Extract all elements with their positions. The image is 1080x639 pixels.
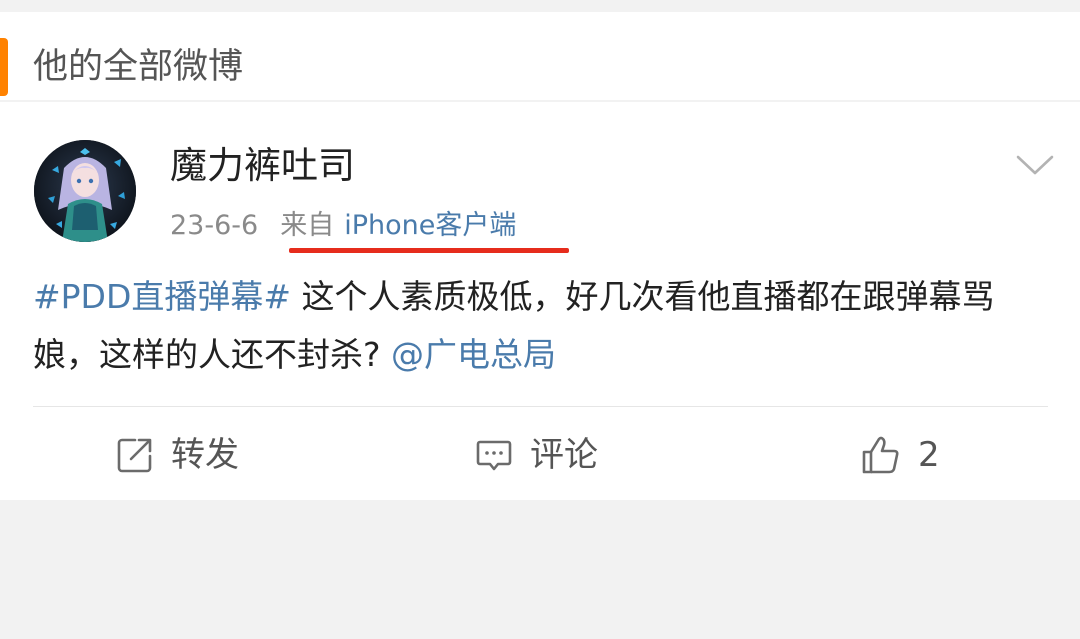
weibo-post-card: 魔力裤吐司 23-6-6 来自 iPhone客户端 #PDD直播弹幕# 这个人素质极… xyxy=(0,102,1080,500)
anime-character-avatar-icon xyxy=(34,140,136,242)
topic-hashtag-link[interactable]: #PDD直播弹幕# xyxy=(33,277,291,316)
action-divider xyxy=(33,406,1048,407)
comment-button[interactable]: 评论 xyxy=(474,424,598,486)
thumbs-up-icon xyxy=(862,436,899,474)
like-count: 2 xyxy=(918,435,940,475)
mention-link[interactable]: @广电总局 xyxy=(391,335,556,374)
post-time: 23-6-6 xyxy=(170,210,259,241)
repost-icon xyxy=(117,438,152,473)
post-content: #PDD直播弹幕# 这个人素质极低，好几次看他直播都在跟弹幕骂娘，这样的人还不封… xyxy=(33,268,1048,384)
top-gap xyxy=(0,0,1080,12)
source-prefix: 来自 xyxy=(280,210,335,241)
page-background xyxy=(0,500,1080,639)
section-header: 他的全部微博 xyxy=(0,12,1080,100)
avatar[interactable] xyxy=(34,140,136,242)
repost-label: 转发 xyxy=(171,435,239,475)
comment-icon xyxy=(476,440,512,471)
author-name[interactable]: 魔力裤吐司 xyxy=(170,142,355,190)
repost-button[interactable]: 转发 xyxy=(115,424,239,486)
post-meta: 23-6-6 来自 iPhone客户端 xyxy=(170,206,516,246)
red-annotation-underline xyxy=(289,248,569,253)
chevron-down-icon[interactable] xyxy=(1014,148,1056,182)
source-client[interactable]: iPhone客户端 xyxy=(344,210,516,241)
section-accent-bar xyxy=(0,38,8,96)
comment-label: 评论 xyxy=(530,435,598,475)
like-button[interactable]: 2 xyxy=(860,424,940,486)
section-title: 他的全部微博 xyxy=(33,47,244,87)
